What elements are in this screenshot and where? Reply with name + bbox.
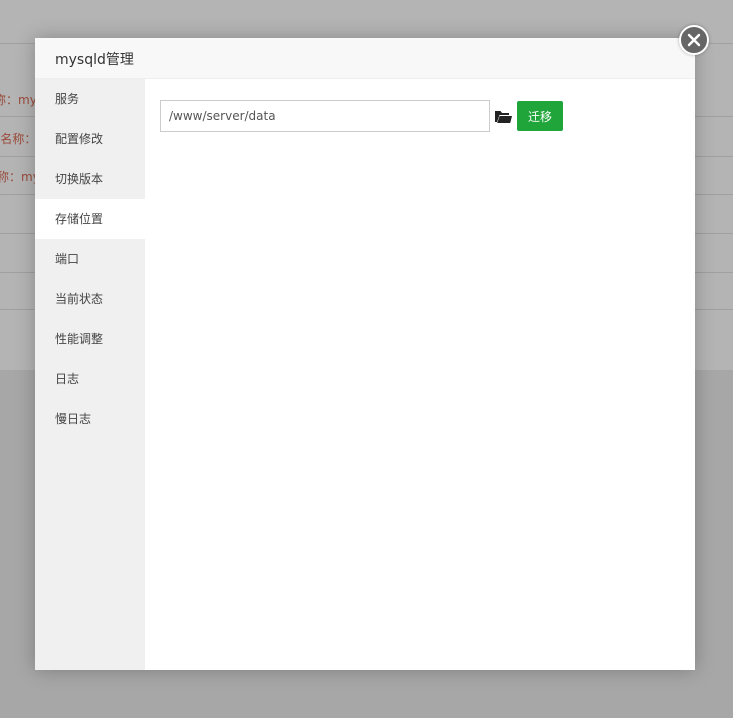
folder-open-icon[interactable]	[494, 108, 512, 124]
sidebar-item-status[interactable]: 当前状态	[35, 279, 145, 319]
migrate-button[interactable]: 迁移	[517, 101, 563, 131]
background-text: -名称：	[0, 132, 37, 146]
sidebar-item-storage-location[interactable]: 存储位置	[35, 199, 145, 239]
mysqld-manager-dialog: mysqld管理 服务 配置修改 切换版本 存储位置 端口 当前状态 性能调整 …	[35, 38, 695, 670]
sidebar-item-port[interactable]: 端口	[35, 239, 145, 279]
sidebar-item-service[interactable]: 服务	[35, 79, 145, 119]
sidebar-item-slow-log[interactable]: 慢日志	[35, 399, 145, 439]
data-path-input[interactable]	[160, 100, 490, 132]
dialog-header: mysqld管理	[35, 38, 695, 79]
sidebar-item-switch-version[interactable]: 切换版本	[35, 159, 145, 199]
storage-location-panel: 迁移	[145, 79, 695, 670]
close-icon[interactable]	[679, 25, 709, 55]
dialog-title: mysqld管理	[55, 52, 134, 68]
sidebar-item-performance[interactable]: 性能调整	[35, 319, 145, 359]
background-text: 称：my	[0, 170, 40, 184]
sidebar-item-log[interactable]: 日志	[35, 359, 145, 399]
sidebar-item-config[interactable]: 配置修改	[35, 119, 145, 159]
dialog-sidebar: 服务 配置修改 切换版本 存储位置 端口 当前状态 性能调整 日志 慢日志	[35, 79, 145, 670]
